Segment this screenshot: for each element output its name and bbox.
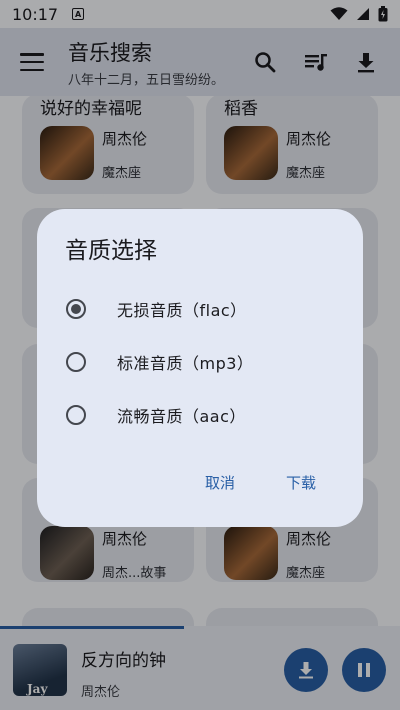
radio-button[interactable] (66, 352, 86, 372)
radio-button[interactable] (66, 405, 86, 425)
option-label: 流畅音质（aac） (117, 407, 246, 426)
download-button[interactable]: 下载 (286, 472, 316, 493)
quality-option-aac[interactable]: 流畅音质（aac） (37, 391, 363, 439)
cancel-button[interactable]: 取消 (205, 472, 235, 493)
quality-option-flac[interactable]: 无损音质（flac） (37, 285, 363, 333)
quality-option-mp3[interactable]: 标准音质（mp3） (37, 338, 363, 386)
option-label: 无损音质（flac） (117, 301, 247, 320)
quality-dialog: 音质选择 无损音质（flac） 标准音质（mp3） 流畅音质（aac） 取消 下… (37, 209, 363, 527)
option-label: 标准音质（mp3） (117, 354, 254, 373)
dialog-title: 音质选择 (65, 238, 157, 264)
radio-button[interactable] (66, 299, 86, 319)
